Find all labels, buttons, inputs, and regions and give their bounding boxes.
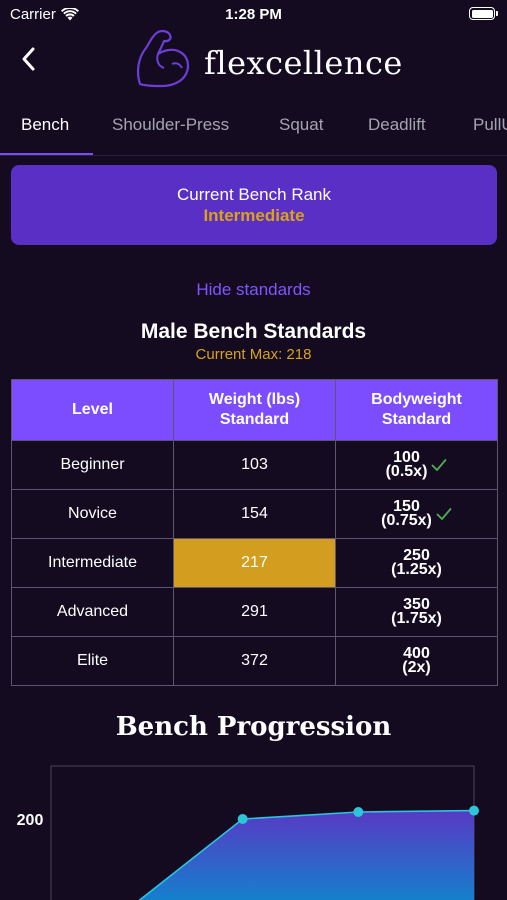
bw-multiplier: (2x) [402, 659, 431, 676]
header-bw-line1: Bodyweight [371, 391, 462, 408]
header-weight-line1: Weight (lbs) [208, 391, 301, 408]
bw-multiplier: (1.75x) [391, 610, 442, 627]
weight-cell: 103 [173, 440, 336, 490]
table-row: Beginner 103 100 (0.5x) [11, 440, 498, 490]
level-cell: Advanced [11, 587, 174, 637]
checkmark-icon [436, 508, 452, 520]
table-row: Novice 154 150 (0.75x) [11, 489, 498, 539]
status-time: 1:28 PM [225, 6, 282, 23]
hide-standards-button[interactable]: Hide standards [0, 280, 507, 300]
data-point[interactable] [353, 807, 364, 817]
flexed-arm-icon [136, 29, 190, 88]
exercise-tabs: Bench Shoulder-Press Squat Deadlift Pull… [0, 104, 507, 156]
y-tick-label: 200 [17, 812, 44, 829]
rank-card-title: Current Bench Rank [176, 185, 332, 204]
current-rank-card: Current Bench Rank Intermediate [11, 165, 497, 245]
header: flexcellence [0, 28, 507, 100]
active-tab-indicator [0, 153, 93, 155]
table-row: Elite 372 400 (2x) [11, 636, 498, 686]
data-point[interactable] [237, 814, 248, 824]
tab-shoulder-press[interactable]: Shoulder-Press [112, 115, 229, 135]
table-row: Intermediate 217 250 (1.25x) [11, 538, 498, 588]
header-weight-line2: Standard [219, 411, 290, 428]
battery-icon [469, 7, 498, 20]
tab-squat[interactable]: Squat [279, 115, 323, 135]
app-logo: flexcellence [132, 28, 402, 94]
bodyweight-cell: 350 (1.75x) [335, 587, 498, 637]
bw-multiplier: (0.5x) [385, 463, 428, 480]
table-header-row: Level Weight (lbs) Standard Bodyweight S… [11, 379, 498, 441]
weight-cell: 154 [173, 489, 336, 539]
data-point[interactable] [469, 805, 479, 816]
tab-deadlift[interactable]: Deadlift [368, 115, 426, 135]
bodyweight-cell: 250 (1.25x) [335, 538, 498, 588]
bw-multiplier: (1.25x) [391, 561, 442, 578]
progression-chart: 200 [17, 765, 479, 900]
status-bar: Carrier 1:28 PM [0, 0, 507, 28]
current-max-label: Current Max: 218 [195, 346, 312, 363]
rank-card-value: Intermediate [203, 206, 305, 225]
header-bodyweight-standard: Bodyweight Standard [335, 379, 498, 441]
weight-cell: 291 [173, 587, 336, 637]
bodyweight-cell: 150 (0.75x) [335, 489, 498, 539]
header-weight-standard: Weight (lbs) Standard [173, 379, 336, 441]
level-cell: Intermediate [11, 538, 174, 588]
level-cell: Novice [11, 489, 174, 539]
standards-table: Level Weight (lbs) Standard Bodyweight S… [11, 379, 498, 686]
standards-title: Male Bench Standards [140, 320, 367, 343]
checkmark-icon [431, 459, 447, 471]
app-title: flexcellence [204, 44, 403, 82]
header-bw-line2: Standard [381, 411, 452, 428]
header-level: Level [11, 379, 174, 441]
bodyweight-cell: 400 (2x) [335, 636, 498, 686]
chevron-left-icon[interactable] [14, 42, 44, 76]
progression-title: Bench Progression [115, 712, 392, 742]
bw-multiplier: (0.75x) [381, 512, 432, 529]
level-cell: Beginner [11, 440, 174, 490]
weight-cell-highlighted: 217 [173, 538, 336, 588]
bodyweight-cell: 100 (0.5x) [335, 440, 498, 490]
tab-pullups[interactable]: PullU [473, 115, 507, 135]
weight-cell: 372 [173, 636, 336, 686]
table-row: Advanced 291 350 (1.75x) [11, 587, 498, 637]
tab-bench[interactable]: Bench [21, 115, 69, 135]
progression-area [139, 810, 474, 900]
level-cell: Elite [11, 636, 174, 686]
